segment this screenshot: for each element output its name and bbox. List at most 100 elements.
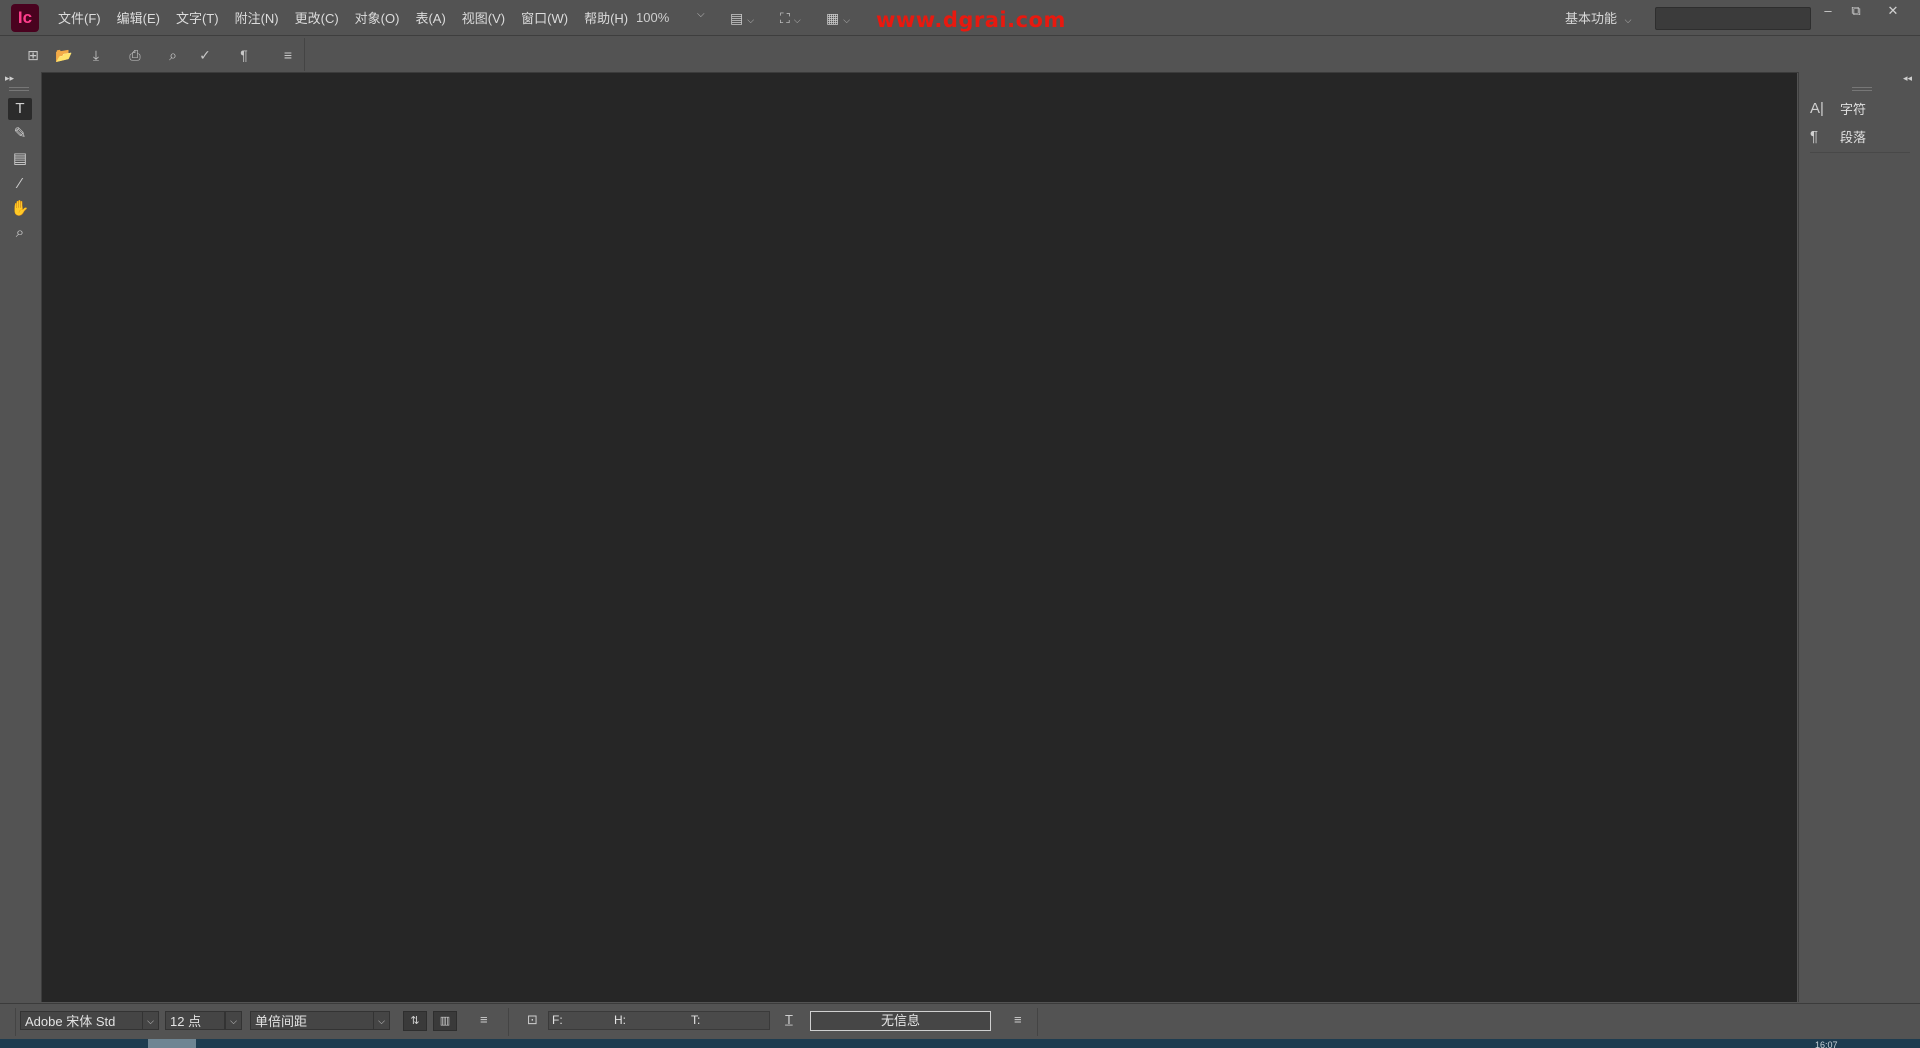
menu-window[interactable]: 窗口(W) [513,8,576,27]
panel-divider [1810,152,1910,153]
app-logo: Ic [11,4,39,32]
chevron-down-icon[interactable]: ⌵ [225,1011,242,1030]
panel-grip[interactable] [1852,87,1872,91]
menu-changes[interactable]: 更改(C) [287,8,347,27]
workspace-label: 基本功能 [1565,11,1618,26]
hamburger-menu-icon: ≡ [283,47,293,63]
save-icon: ⤓ [92,47,100,63]
divider [1037,1008,1038,1036]
arrange-documents-icon: ▦ [826,10,840,26]
close-icon: ✕ [1887,3,1899,18]
frame-info-icon: ⊡ [527,1012,538,1027]
spell-check-icon: ✓ [199,47,211,63]
save-button[interactable]: ⤓ [86,45,106,65]
menu-help[interactable]: 帮助(H) [576,8,636,27]
spell-check-button[interactable]: ✓ [195,45,215,65]
eyedropper-tool[interactable]: ⁄ [8,173,32,195]
line-spacing-field[interactable]: 单倍间距 [250,1011,379,1030]
folder-open-icon: 📂 [55,47,73,63]
panel-character[interactable]: A| 字符 [1810,97,1910,119]
menu-notes[interactable]: 附注(N) [227,8,287,27]
workspace-switcher[interactable]: 基本功能 ⌵ [1565,8,1631,27]
hamburger-menu-icon: ≡ [480,1012,488,1027]
sort-button[interactable]: ⇅ [403,1011,427,1031]
new-document-button[interactable]: ⊞ [23,45,43,65]
view-options-button[interactable]: ▤ ⌵ [730,9,754,27]
document-area[interactable] [42,73,1797,1002]
chevron-down-icon: ⌵ [793,15,801,25]
info-status: 无信息 [810,1011,991,1031]
taskbar-item[interactable] [148,1039,196,1048]
watermark-text: www.dgrai.com [876,8,1066,32]
menu-object[interactable]: 对象(O) [347,8,408,27]
tools-grip[interactable] [9,87,29,91]
main-menu: 文件(F) 编辑(E) 文字(T) 附注(N) 更改(C) 对象(O) 表(A)… [50,0,636,35]
menu-file[interactable]: 文件(F) [50,8,109,27]
paragraph-icon: ¶ [1810,127,1819,145]
find-button[interactable]: ⌕ [163,45,183,65]
hamburger-menu-icon: ≡ [1014,1012,1022,1027]
chevron-down-icon: ⌵ [747,15,755,25]
new-document-icon: ⊞ [27,47,39,63]
right-panel-dock [1798,72,1920,1002]
text-ruler-icon: T̲ [785,1012,793,1027]
chevron-down-icon[interactable]: ⌵ [373,1011,390,1030]
divider [508,1008,509,1036]
menu-table[interactable]: 表(A) [407,8,453,27]
arrange-documents-button[interactable]: ▦ ⌵ [826,9,850,27]
control-bar-menu-button[interactable]: ≡ [278,45,298,65]
divider [15,1008,16,1036]
bottom-menu-button[interactable]: ≡ [480,1012,488,1027]
zoom-tool[interactable]: ⌕ [8,222,32,244]
menu-text[interactable]: 文字(T) [168,8,227,27]
close-button[interactable]: ✕ [1880,2,1906,20]
restore-button[interactable]: ⧉ [1843,2,1869,20]
taskbar [0,1039,1920,1048]
panel-paragraph-label: 段落 [1840,129,1867,145]
note-tool-icon: ✎ [13,125,27,142]
story-tool[interactable]: ▤ [8,148,32,170]
type-tool-icon: T [15,100,25,117]
open-button[interactable]: 📂 [54,45,74,65]
font-family-field[interactable]: Adobe 宋体 Std [20,1011,143,1030]
minimize-icon: – [1824,3,1832,18]
minimize-button[interactable]: – [1815,2,1841,20]
chevron-down-icon: ⌵ [1624,15,1632,25]
character-icon: A| [1810,99,1824,117]
chevron-down-icon[interactable]: ⌵ [697,9,705,20]
layout-view-icon: ▥ [439,1015,451,1027]
screen-mode-icon: ⛶ [780,10,790,26]
chevron-down-icon[interactable]: ⌵ [142,1011,159,1030]
show-hidden-chars-button[interactable]: ¶ [234,45,254,65]
pilcrow-icon: ¶ [240,47,248,63]
t-label: T: [691,1013,701,1027]
view-options-icon: ▤ [730,10,744,26]
search-input[interactable] [1655,7,1811,30]
font-size-field[interactable]: 12 点 [165,1011,225,1030]
story-icon: ▤ [12,150,28,167]
h-label: H: [614,1013,626,1027]
collapse-right-icon[interactable]: ◂◂ [1903,73,1912,84]
chevron-down-icon: ⌵ [843,15,851,25]
menu-edit[interactable]: 编辑(E) [109,8,168,27]
frame-metrics: F: H: T: [548,1011,770,1030]
hand-tool[interactable]: ✋ [8,198,32,220]
panel-paragraph[interactable]: ¶ 段落 [1810,125,1910,147]
eyedropper-icon: ⁄ [18,175,22,192]
type-tool[interactable]: T [8,98,32,120]
f-label: F: [552,1013,563,1027]
search-icon: ⌕ [169,47,177,63]
hand-icon: ✋ [10,200,30,217]
screen-mode-button[interactable]: ⛶ ⌵ [780,9,801,27]
collapse-left-icon[interactable]: ▸▸ [5,73,14,84]
sort-icon: ⇅ [410,1015,420,1027]
layout-view-button[interactable]: ▥ [433,1011,457,1031]
print-button[interactable]: ⎙ [125,45,145,65]
note-tool[interactable]: ✎ [8,123,32,145]
restore-icon: ⧉ [1851,3,1861,18]
info-menu-button[interactable]: ≡ [1014,1012,1022,1027]
taskbar-clock: 16:07 [1815,1041,1838,1048]
zoom-icon: ⌕ [15,224,25,241]
menu-view[interactable]: 视图(V) [454,8,513,27]
print-icon: ⎙ [129,47,141,63]
